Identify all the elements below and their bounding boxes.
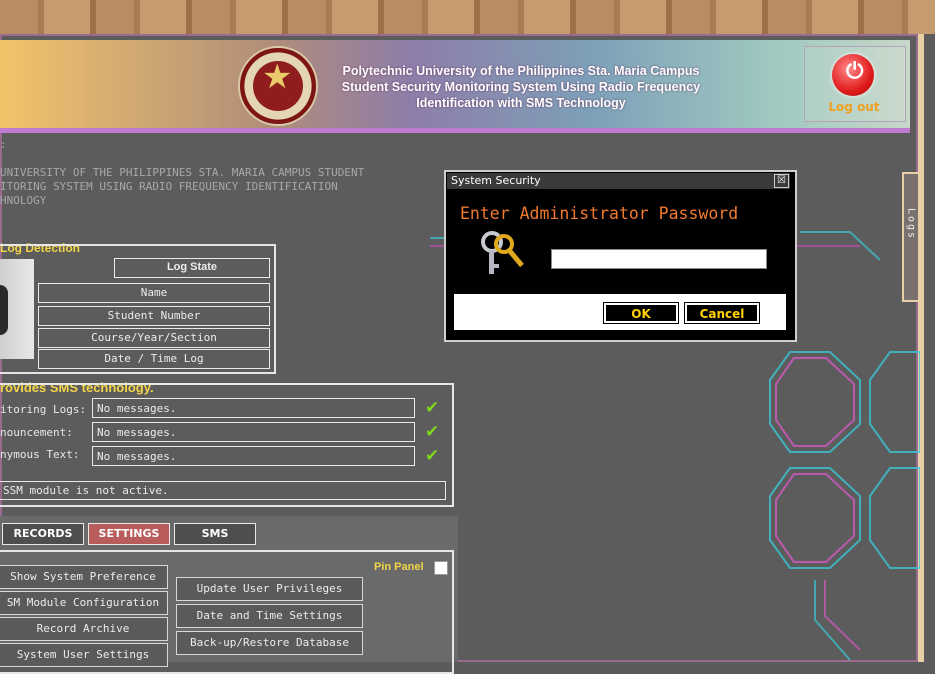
date-time-settings-button[interactable]: Date and Time Settings (176, 604, 363, 628)
header-title-line1: Polytechnic University of the Philippine… (342, 64, 700, 78)
tab-records[interactable]: RECORDS (2, 523, 84, 545)
sms-row-label: nymous Text: (0, 448, 80, 461)
logout-label[interactable]: Log out (820, 100, 888, 114)
log-state-field: Log State (114, 258, 270, 278)
wood-background (0, 0, 935, 34)
header-title-line3: Identification with SMS Technology (416, 96, 626, 110)
sm-module-configuration-button[interactable]: SM Module Configuration (0, 591, 168, 615)
record-archive-button[interactable]: Record Archive (0, 617, 168, 641)
sms-message-box: No messages. (92, 446, 415, 466)
tab-sms[interactable]: SMS (174, 523, 256, 545)
student-number-field: Student Number (38, 306, 270, 326)
header-title-line2: Student Security Monitoring System Using… (341, 80, 701, 94)
sms-row-label: nouncement: (0, 426, 73, 439)
sms-message-box: No messages. (92, 398, 415, 418)
course-year-section-field: Course/Year/Section (38, 328, 270, 348)
pin-panel-label: Pin Panel (374, 561, 424, 573)
system-desc-line2: ITORING SYSTEM USING RADIO FREQUENCY IDE… (0, 180, 338, 193)
tab-settings[interactable]: SETTINGS (88, 523, 170, 545)
logs-side-tab[interactable]: Logs (902, 172, 920, 302)
close-icon[interactable]: ☒ (774, 174, 789, 188)
backup-restore-database-button[interactable]: Back-up/Restore Database (176, 631, 363, 655)
system-label: : (0, 138, 7, 151)
date-time-log-field: Date / Time Log (38, 349, 270, 369)
update-user-privileges-button[interactable]: Update User Privileges (176, 577, 363, 601)
dialog-prompt: Enter Administrator Password (460, 204, 739, 223)
system-user-settings-button[interactable]: System User Settings (0, 643, 168, 667)
ok-button[interactable]: OK (603, 302, 679, 324)
system-desc-line3: HNOLOGY (0, 194, 47, 207)
cancel-button[interactable]: Cancel (684, 302, 760, 324)
checkmark-icon: ✔ (425, 422, 440, 442)
checkmark-icon: ✔ (425, 446, 440, 466)
sms-row-label: itoring Logs: (0, 403, 87, 416)
star-emblem-icon: ★ (262, 57, 293, 97)
name-field: Name (38, 283, 270, 303)
power-glyph-icon: ⏻ (846, 59, 864, 84)
gsm-status-field: SSM module is not active. (0, 481, 446, 500)
password-input[interactable] (551, 249, 767, 269)
checkmark-icon: ✔ (425, 398, 440, 418)
student-photo (0, 259, 34, 359)
keys-icon (481, 231, 524, 274)
logs-side-tab-label: Logs (905, 208, 917, 241)
system-desc-line1: UNIVERSITY OF THE PHILIPPINES STA. MARIA… (0, 166, 365, 179)
sms-message-box: No messages. (92, 422, 415, 442)
dialog-title-bar: System Security (447, 173, 790, 189)
pin-panel-checkbox[interactable] (434, 561, 448, 575)
show-system-preference-button[interactable]: Show System Preference (0, 565, 168, 589)
